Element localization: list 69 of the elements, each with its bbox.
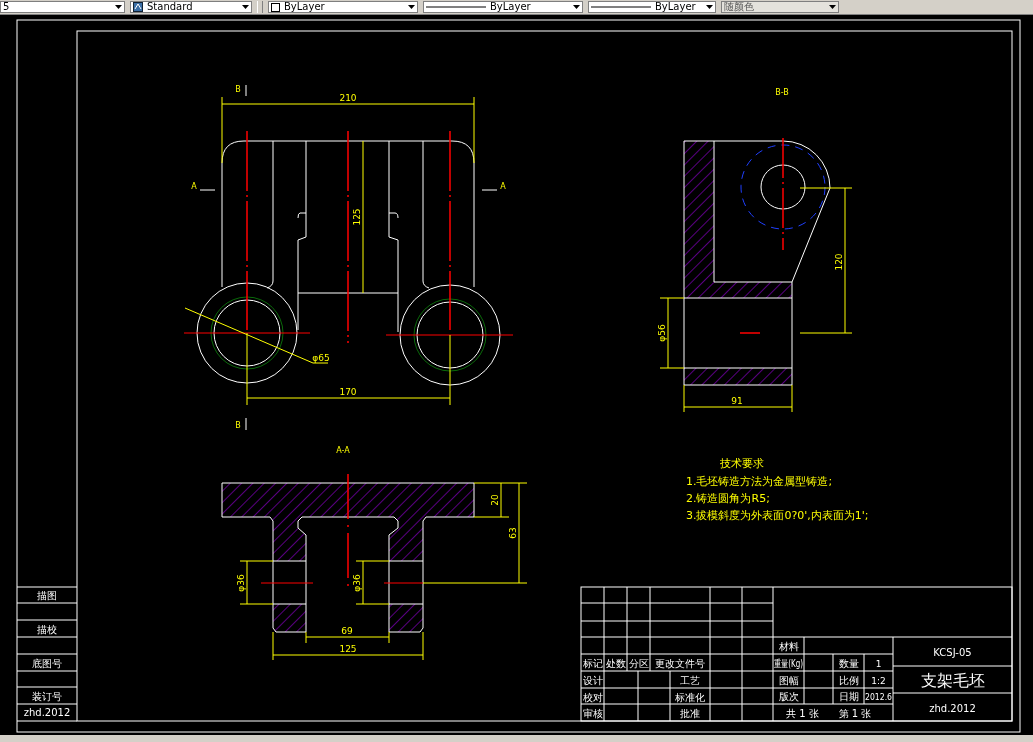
dropdown-arrow-icon: [242, 5, 249, 9]
part-name: 支架毛坯: [920, 671, 985, 690]
section-mark: A: [191, 182, 197, 191]
dimension-label: 91: [731, 396, 743, 406]
title-block-label: 更改文件号: [655, 658, 705, 669]
dropdown-arrow-icon: [408, 5, 415, 9]
dimension-label: 125: [352, 208, 362, 226]
dimension-label: 125: [339, 644, 357, 654]
side-column-label: zhd.2012: [23, 707, 71, 718]
dimension-label: 210: [339, 93, 357, 103]
section-mark: A: [500, 182, 506, 191]
title-block-label: 校对: [582, 691, 603, 703]
line-sample-icon: [591, 5, 651, 9]
toolbar-dropdown[interactable]: ByLayer: [268, 1, 418, 13]
title-block-label: 重量(Kg): [774, 658, 815, 669]
title-block-label: 处数: [605, 658, 626, 669]
title-block-label: 工艺: [680, 675, 700, 686]
view-title: B-B: [775, 88, 789, 97]
title-block-label: 标准化: [675, 691, 705, 703]
text-style-icon: [133, 2, 143, 12]
dimension-label: φ36: [352, 574, 362, 592]
title-block-label: 比例: [838, 674, 859, 686]
side-column-label: 底图号: [32, 658, 62, 669]
title-block-label: 日期: [838, 691, 859, 703]
dropdown-arrow-icon: [829, 5, 836, 9]
side-column-label: 描校: [37, 624, 57, 635]
author-label: zhd.2012: [929, 703, 976, 714]
toolbar-dropdown[interactable]: 随颜色: [721, 1, 839, 13]
section-mark: B: [235, 85, 241, 94]
title-block-label: 共 1 张: [786, 708, 819, 719]
dimension-label: 20: [490, 494, 500, 506]
drawing-number: KCSJ-05: [933, 647, 972, 658]
line-sample-icon: [426, 5, 486, 9]
dimension-label: 69: [341, 626, 353, 636]
toolbar-dropdown[interactable]: 5: [0, 1, 125, 13]
dimension-label: 120: [834, 253, 844, 271]
title-block-label: 2012.6: [865, 692, 897, 703]
toolbar-dropdown[interactable]: ByLayer: [588, 1, 716, 13]
dimension-label: φ56: [657, 324, 667, 342]
dropdown-arrow-icon: [573, 5, 580, 9]
toolbar-dropdown[interactable]: ByLayer: [423, 1, 583, 13]
title-block-label: 图幅: [778, 674, 799, 686]
dropdown-arrow-icon: [706, 5, 713, 9]
dimension-label: φ36: [236, 574, 246, 592]
view-title: A-A: [336, 446, 350, 455]
dropdown-arrow-icon: [115, 5, 122, 9]
title-block-label: 第 1 张: [838, 708, 872, 719]
dimension-label: 170: [339, 387, 357, 397]
side-column-label: 描图: [37, 590, 57, 601]
title-block-label: 设计: [582, 675, 603, 686]
dimension-label: φ65: [312, 353, 330, 363]
title-block-label: 数量: [838, 658, 859, 669]
section-mark: B: [235, 421, 241, 430]
requirements-title: 技术要求: [720, 457, 764, 470]
side-column-label: 装订号: [32, 691, 62, 702]
color-square-icon: [271, 2, 280, 12]
dimension-label: 63: [508, 527, 518, 539]
requirement-text: 3.拔模斜度为外表面0?0',内表面为1';: [686, 509, 869, 522]
title-block-label: 1: [875, 659, 882, 669]
requirement-text: 1.毛坯铸造方法为金属型铸造;: [686, 475, 833, 488]
toolbar-dropdown[interactable]: Standard: [130, 1, 252, 13]
title-block-label: 标记: [582, 658, 603, 669]
title-block-label: 材料: [778, 641, 799, 652]
title-block-label: 审核: [582, 708, 603, 719]
title-block-label: 1:2: [871, 675, 886, 686]
title-block-label: 版次: [778, 691, 799, 703]
title-block-label: 分区: [628, 658, 649, 669]
requirement-text: 2.铸造圆角为R5;: [686, 492, 770, 505]
title-block-label: 批准: [680, 708, 700, 719]
